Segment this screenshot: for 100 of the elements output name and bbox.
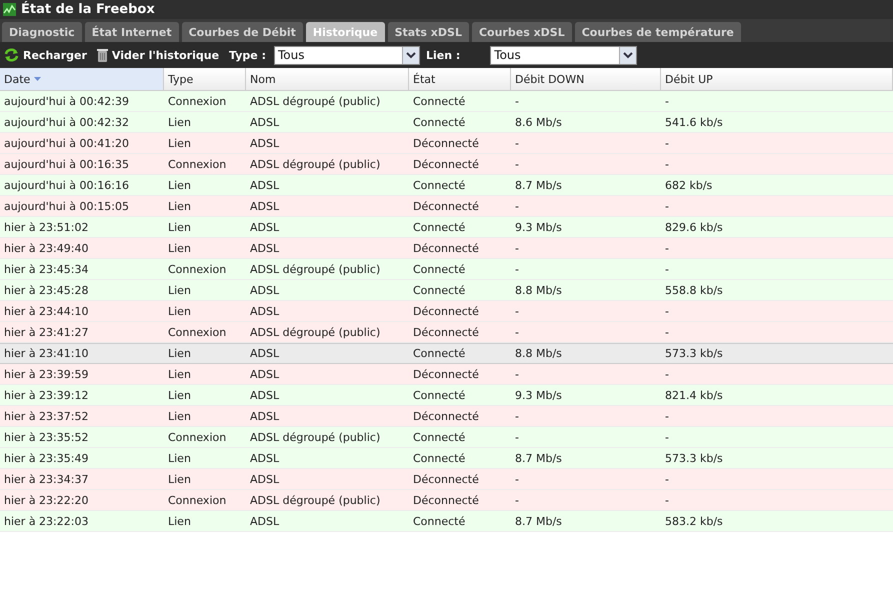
table-cell-text: hier à 23:44:10 — [3, 304, 90, 318]
table-cell-text: - — [514, 262, 520, 276]
table-cell-text: ADSL dégroupé (public) — [249, 262, 382, 276]
column-header[interactable]: Débit UP — [661, 68, 893, 90]
table-cell-text: Lien — [167, 388, 192, 402]
table-cell-text: 821.4 kb/s — [664, 388, 724, 402]
table-cell-text: - — [664, 368, 670, 380]
table-row[interactable]: aujourd'hui à 00:15:05 Lien ADSL Déconnecté - - — [0, 196, 893, 217]
table-cell-text: Déconnecté — [412, 158, 480, 170]
table-cell-text: Lien — [167, 368, 192, 380]
link-label: Lien : — [426, 48, 460, 62]
tab[interactable]: Diagnostic — [2, 22, 82, 42]
table-row[interactable]: aujourd'hui à 00:16:16 Lien ADSL Connecté 8.7 Mb/s 682 kb/s — [0, 175, 893, 196]
tab[interactable]: Stats xDSL — [388, 22, 469, 42]
table-cell-text: hier à 23:39:59 — [3, 368, 90, 380]
table-cell-text: - — [514, 242, 520, 254]
table-cell-text: aujourd'hui à 00:41:20 — [3, 136, 130, 150]
table-cell-text: ADSL — [249, 136, 280, 150]
table-cell-text: - — [514, 494, 520, 506]
table-cell-text: Connexion — [167, 430, 228, 444]
table-cell-text: 541.6 kb/s — [664, 116, 724, 128]
column-header[interactable]: Débit DOWN — [511, 68, 661, 90]
table-cell-text: Déconnecté — [412, 304, 480, 318]
column-header[interactable]: Nom — [246, 68, 409, 90]
table-cell-text: ADSL — [249, 116, 280, 128]
table-row[interactable]: aujourd'hui à 00:16:35 Connexion ADSL dégroupé (public) Déconnecté - - — [0, 154, 893, 175]
tab[interactable]: Courbes de température — [574, 22, 741, 42]
table-cell-text: 9.3 Mb/s — [514, 388, 563, 402]
clear-history-button[interactable]: Vider l'historique — [96, 48, 226, 62]
table-row[interactable]: hier à 23:49:40 Lien ADSL Déconnecté - - — [0, 238, 893, 259]
table-row[interactable]: aujourd'hui à 00:41:20 Lien ADSL Déconnecté - - — [0, 133, 893, 154]
table-cell-text: 583.2 kb/s — [664, 514, 724, 528]
tab[interactable]: Courbes xDSL — [472, 22, 572, 42]
table-cell-text: Lien — [167, 410, 192, 422]
table-row[interactable]: hier à 23:35:49 Lien ADSL Connecté 8.7 Mb/s 573.3 kb/s — [0, 448, 893, 469]
table-cell-text: - — [664, 94, 670, 108]
table-cell-text: Déconnecté — [412, 242, 480, 254]
table-cell-text: hier à 23:51:02 — [3, 220, 90, 234]
table-row[interactable]: hier à 23:39:59 Lien ADSL Déconnecté - - — [0, 364, 893, 385]
table-row[interactable]: hier à 23:35:52 Connexion ADSL dégroupé (public) Connecté - - — [0, 427, 893, 448]
table-cell-text: Déconnecté — [412, 410, 480, 422]
table-cell-text: - — [664, 304, 670, 318]
table-cell-text: 682 kb/s — [664, 178, 714, 192]
table-row[interactable]: hier à 23:37:52 Lien ADSL Déconnecté - - — [0, 406, 893, 427]
table-row[interactable]: hier à 23:22:20 Connexion ADSL dégroupé (public) Déconnecté - - — [0, 490, 893, 511]
table-cell-text: Déconnecté — [412, 200, 480, 212]
table-cell-text: ADSL — [249, 388, 280, 402]
column-header[interactable]: État — [409, 68, 511, 90]
table-row[interactable]: hier à 23:41:27 Connexion ADSL dégroupé (public) Déconnecté - - — [0, 322, 893, 343]
table-cell-text: 8.7 Mb/s — [514, 178, 563, 192]
refresh-icon — [4, 48, 19, 62]
table-cell-text: 829.6 kb/s — [664, 220, 724, 234]
table-row[interactable]: hier à 23:44:10 Lien ADSL Déconnecté - - — [0, 301, 893, 322]
type-dropdown[interactable]: Tous — [274, 46, 420, 64]
link-dropdown[interactable]: Tous — [490, 46, 638, 64]
table-row[interactable]: hier à 23:22:03 Lien ADSL Connecté 8.7 Mb/s 583.2 kb/s — [0, 511, 893, 532]
table-cell-text: Connecté — [412, 220, 466, 234]
table-cell-text: Lien — [167, 452, 192, 464]
table-cell-text: ADSL — [249, 410, 280, 422]
column-header[interactable]: Date — [0, 68, 164, 90]
table-cell-text: - — [664, 494, 670, 506]
table-cell-text: - — [514, 368, 520, 380]
table-cell-text: aujourd'hui à 00:16:35 — [3, 158, 130, 170]
table-cell-text: Lien — [167, 304, 192, 318]
table-cell-text: Connexion — [167, 158, 228, 170]
table-row[interactable]: hier à 23:39:12 Lien ADSL Connecté 9.3 Mb/s 821.4 kb/s — [0, 385, 893, 406]
table-cell-text: hier à 23:37:52 — [3, 410, 90, 422]
table-cell-text: - — [514, 94, 520, 108]
table-cell-text: 8.8 Mb/s — [514, 284, 563, 296]
table-cell-text: - — [514, 326, 520, 338]
table-cell-text: hier à 23:39:12 — [3, 388, 90, 402]
table-cell-text: - — [514, 158, 520, 170]
table-row[interactable]: hier à 23:34:37 Lien ADSL Déconnecté - - — [0, 469, 893, 490]
table-cell-text: Lien — [167, 514, 192, 528]
table-cell-text: Connecté — [412, 116, 466, 128]
table-cell-text: - — [664, 200, 670, 212]
table-cell-text: Connecté — [412, 430, 466, 444]
table-row[interactable]: hier à 23:51:02 Lien ADSL Connecté 9.3 Mb/s 829.6 kb/s — [0, 217, 893, 238]
table-cell-text: - — [664, 410, 670, 422]
table-row[interactable]: hier à 23:45:28 Lien ADSL Connecté 8.8 Mb/s 558.8 kb/s — [0, 280, 893, 301]
table-row[interactable]: aujourd'hui à 00:42:32 Lien ADSL Connecté 8.6 Mb/s 541.6 kb/s — [0, 112, 893, 133]
reload-button[interactable]: Recharger — [4, 48, 93, 62]
table-row[interactable]: aujourd'hui à 00:42:39 Connexion ADSL dégroupé (public) Connecté - - — [0, 91, 893, 112]
table-cell-text: ADSL — [249, 472, 280, 486]
table-cell-text: Lien — [167, 242, 192, 254]
tab[interactable]: État Internet — [84, 22, 179, 42]
tab[interactable]: Courbes de Débit — [182, 22, 303, 42]
table-row[interactable]: hier à 23:41:10 Lien ADSL Connecté 8.8 Mb/s 573.3 kb/s — [0, 343, 893, 364]
table-cell-text: hier à 23:45:28 — [3, 284, 90, 296]
table-cell-text: - — [664, 430, 670, 444]
table-cell-text: hier à 23:35:52 — [3, 430, 90, 444]
table-cell-text: Lien — [167, 347, 192, 360]
table-cell-text: Lien — [167, 220, 192, 234]
table-cell-text: - — [664, 326, 670, 338]
table-row[interactable]: hier à 23:45:34 Connexion ADSL dégroupé (public) Connecté - - — [0, 259, 893, 280]
column-header[interactable]: Type — [164, 68, 246, 90]
caret-icon — [619, 46, 636, 64]
table-cell-text: ADSL — [249, 347, 280, 360]
table-cell-text: - — [664, 262, 670, 276]
table-cell-text: - — [664, 158, 670, 170]
